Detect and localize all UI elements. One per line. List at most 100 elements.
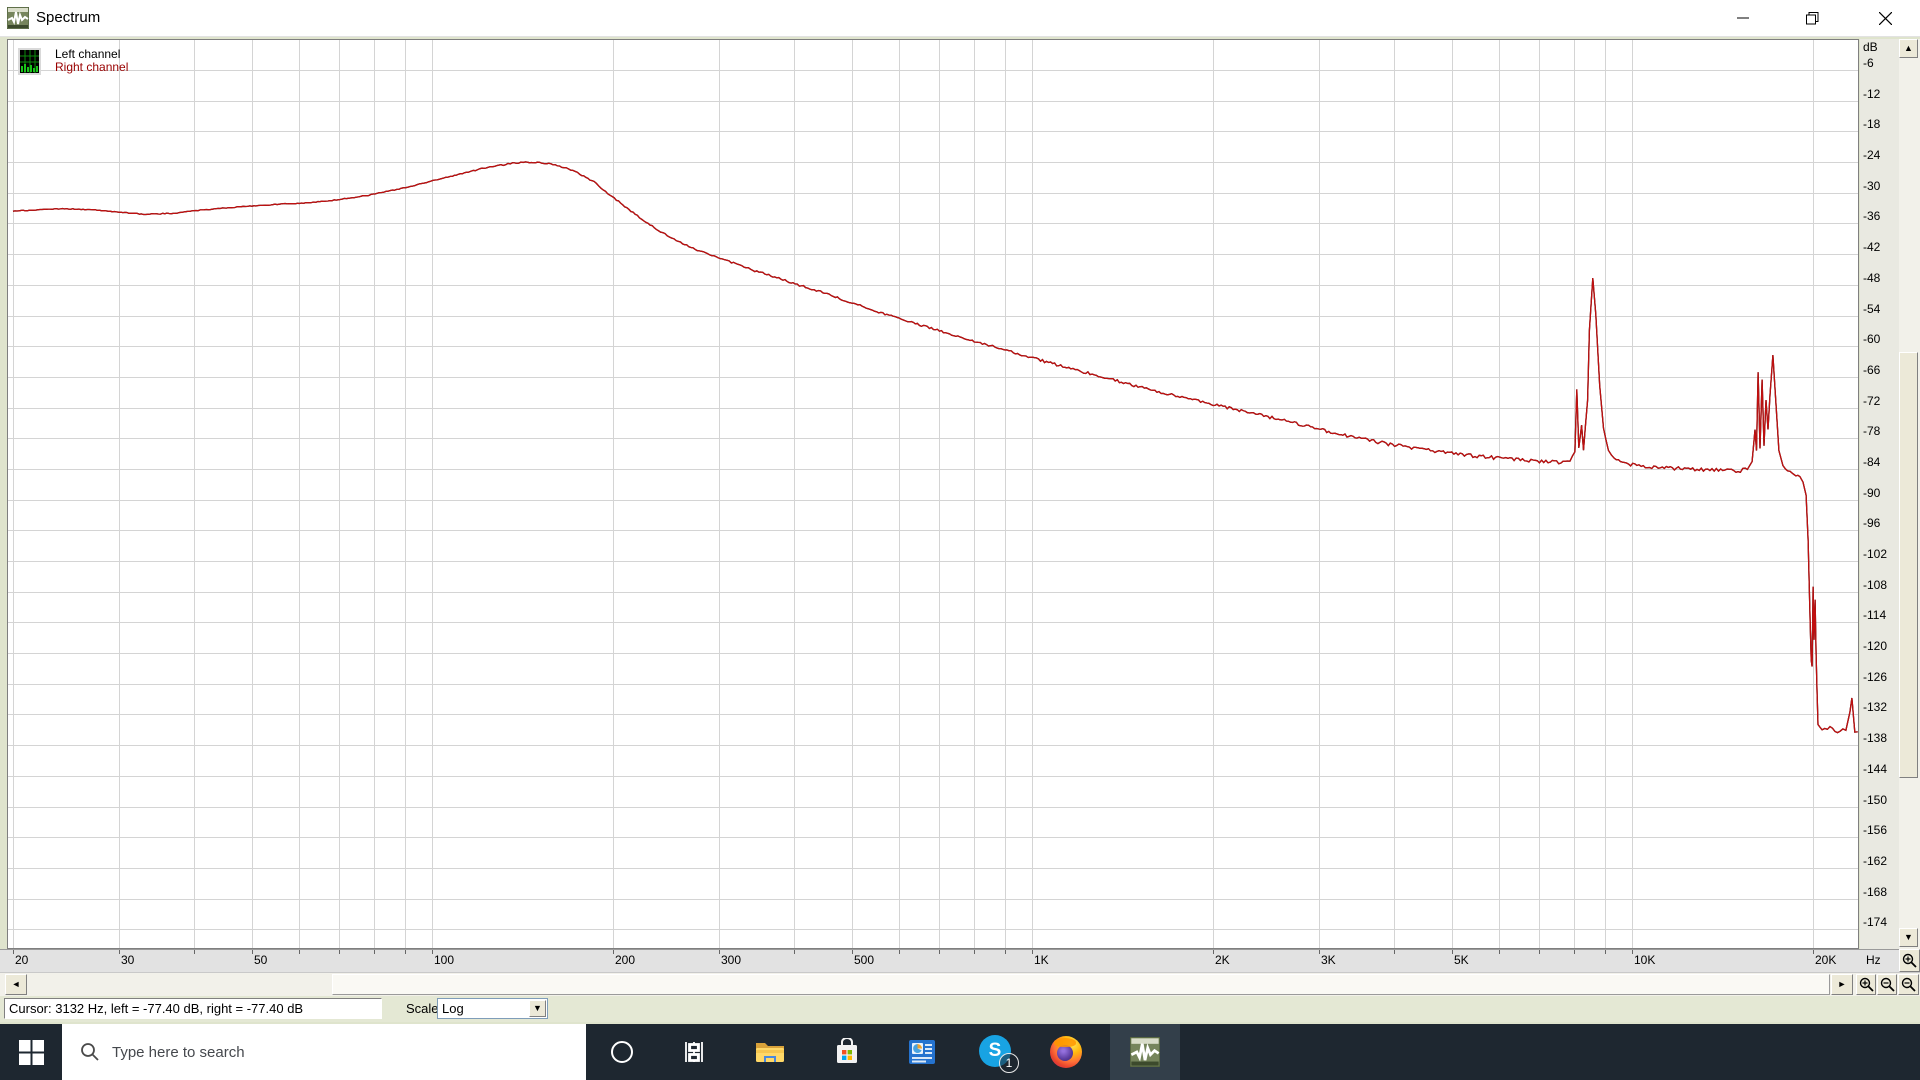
zoom-in-icon (1902, 953, 1917, 968)
taskbar-item-task-view[interactable] (664, 1024, 724, 1080)
title-bar: Spectrum (0, 0, 1920, 37)
x-tick-mark (1539, 950, 1540, 954)
x-tick-label: 30 (121, 953, 135, 967)
y-tick-label: -138 (1863, 731, 1888, 746)
minimize-icon (1737, 17, 1749, 19)
x-tick-mark (899, 950, 900, 954)
y-tick-label: -150 (1863, 792, 1888, 807)
microsoft-store-icon (837, 1038, 857, 1063)
close-icon (1878, 11, 1892, 25)
window-title: Spectrum (36, 9, 101, 26)
taskbar-item-file-explorer[interactable] (740, 1024, 800, 1080)
scroll-left-button[interactable]: ◄ (5, 974, 27, 995)
spectrum-app-icon (1130, 1037, 1160, 1067)
y-tick-label: -60 (1863, 332, 1881, 347)
scroll-up-button[interactable]: ▲ (1899, 39, 1918, 58)
skype-notification-badge: 1 (999, 1053, 1019, 1073)
taskbar-item-cortana[interactable] (592, 1024, 652, 1080)
search-placeholder: Type here to search (112, 1043, 245, 1061)
y-tick-label: -48 (1863, 270, 1881, 285)
scroll-down-button[interactable]: ▼ (1899, 928, 1918, 947)
taskbar-item-office-app[interactable] (892, 1024, 952, 1080)
y-tick-label: -72 (1863, 393, 1881, 408)
x-tick-mark (339, 950, 340, 954)
arrow-down-icon: ▼ (1904, 932, 1913, 942)
x-axis-labels: 20 30 50 100 200 300 500 1K 2K 3K 5K 10K 20K Hz (0, 949, 1899, 972)
y-tick-label: -96 (1863, 516, 1881, 531)
x-tick-label: 3K (1321, 953, 1336, 967)
y-tick-label: -78 (1863, 424, 1881, 439)
task-view-icon (685, 1042, 703, 1062)
y-tick-label: -162 (1863, 853, 1888, 868)
x-tick-mark (13, 950, 14, 954)
zoom-out-vertical-button[interactable] (1898, 974, 1919, 995)
start-button[interactable] (0, 1024, 62, 1080)
x-tick-label: 500 (854, 953, 875, 967)
y-tick-label: -54 (1863, 301, 1881, 316)
zoom-in-horizontal-button[interactable] (1856, 974, 1876, 995)
zoom-out-icon (1880, 977, 1895, 992)
chevron-down-icon: ▼ (533, 1003, 542, 1013)
vertical-scrollbar-thumb[interactable] (1899, 352, 1918, 778)
left-channel-curve (12, 161, 1858, 734)
y-tick-label: -156 (1863, 823, 1888, 838)
x-tick-mark (1032, 950, 1033, 954)
legend-thumbnail-icon (18, 48, 41, 75)
horizontal-scrollbar[interactable]: ◄ ► (0, 972, 1920, 996)
x-tick-label: 50 (254, 953, 268, 967)
restore-button[interactable] (1789, 0, 1835, 36)
scroll-right-button[interactable]: ► (1831, 974, 1853, 995)
minimize-button[interactable] (1720, 0, 1766, 36)
y-tick-label: -126 (1863, 669, 1888, 684)
x-tick-mark (1005, 950, 1006, 954)
restore-icon (1805, 11, 1818, 24)
x-tick-label: 300 (721, 953, 742, 967)
x-tick-mark (1574, 950, 1575, 954)
cortana-icon (611, 1041, 633, 1063)
x-tick-mark (432, 950, 433, 954)
arrow-up-icon: ▲ (1904, 43, 1913, 53)
zoom-in-icon (1859, 977, 1874, 992)
windows-logo-icon (18, 1039, 44, 1065)
search-icon (81, 1043, 99, 1061)
x-tick-mark (1813, 950, 1814, 954)
x-tick-mark (852, 950, 853, 954)
zoom-in-vertical-button[interactable] (1899, 949, 1920, 972)
taskbar-item-skype[interactable]: S 1 (966, 1024, 1026, 1080)
horizontal-scrollbar-thumb[interactable] (332, 974, 1830, 995)
scale-combobox[interactable]: Log ▼ (437, 998, 548, 1019)
search-input[interactable]: Type here to search (62, 1024, 586, 1080)
x-tick-label: 1K (1034, 953, 1049, 967)
x-tick-label: 200 (615, 953, 636, 967)
close-button[interactable] (1862, 0, 1908, 36)
x-tick-label: 20 (15, 953, 29, 967)
legend: Left channel Right channel (18, 48, 128, 75)
taskbar-item-spectrum-active[interactable] (1110, 1024, 1180, 1080)
taskbar-item-firefox[interactable] (1036, 1024, 1096, 1080)
x-tick-label: 100 (434, 953, 455, 967)
x-tick-label: 20K (1815, 953, 1837, 967)
x-tick-mark (1632, 950, 1633, 954)
y-tick-label: -66 (1863, 362, 1881, 377)
zoom-out-horizontal-button[interactable] (1877, 974, 1897, 995)
spectrum-plot[interactable] (7, 39, 1859, 949)
vertical-scrollbar[interactable]: ▲ ▼ (1899, 39, 1920, 949)
cursor-readout: Cursor: 3132 Hz, left = -77.40 dB, right… (4, 998, 382, 1019)
y-tick-label: -24 (1863, 148, 1881, 163)
app-icon (7, 7, 29, 29)
x-tick-mark (1605, 950, 1606, 954)
x-tick-mark (119, 950, 120, 954)
x-tick-mark (1319, 950, 1320, 954)
legend-right-channel: Right channel (55, 60, 129, 74)
y-tick-label: -90 (1863, 485, 1881, 500)
x-tick-mark (1213, 950, 1214, 954)
y-axis-labels: dB -6 -12 -18 -24 -30 -36 -42 -48 -54 -60 -66 -72 -7… (1860, 39, 1899, 949)
firefox-icon (1050, 1036, 1082, 1068)
y-tick-label: -36 (1863, 209, 1881, 224)
y-tick-label: -18 (1863, 117, 1881, 132)
combobox-dropdown-button[interactable]: ▼ (529, 1000, 546, 1017)
scale-value: Log (442, 1001, 464, 1016)
taskbar-item-microsoft-store[interactable] (817, 1024, 877, 1080)
taskbar: Type here to search S 1 (0, 1024, 1920, 1080)
x-tick-mark (939, 950, 940, 954)
